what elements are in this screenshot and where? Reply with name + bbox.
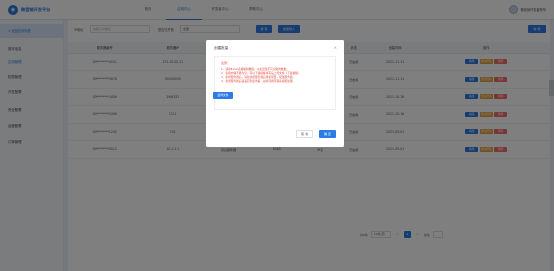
batch-create-dialog: 创建批量 × 注意： 1、请用Excel表格编辑数据，以免出现不可识别的数据； … (206, 40, 344, 147)
dialog-title: 创建批量 (214, 46, 229, 50)
close-icon[interactable]: × (334, 45, 337, 50)
confirm-button[interactable]: 确 定 (319, 130, 336, 138)
notice-line: 4、新增服务器后请返回列表查看，如有问题可联系客服处理。 (221, 78, 296, 83)
choose-file-button[interactable]: 选择文件 (213, 92, 233, 99)
notice-title: 注意： (221, 61, 231, 65)
dialog-notice-box: 注意： 1、请用Excel表格编辑数据，以免出现不可识别的数据； 2、表格内容不… (214, 56, 336, 110)
cancel-button[interactable]: 取 消 (296, 130, 313, 138)
